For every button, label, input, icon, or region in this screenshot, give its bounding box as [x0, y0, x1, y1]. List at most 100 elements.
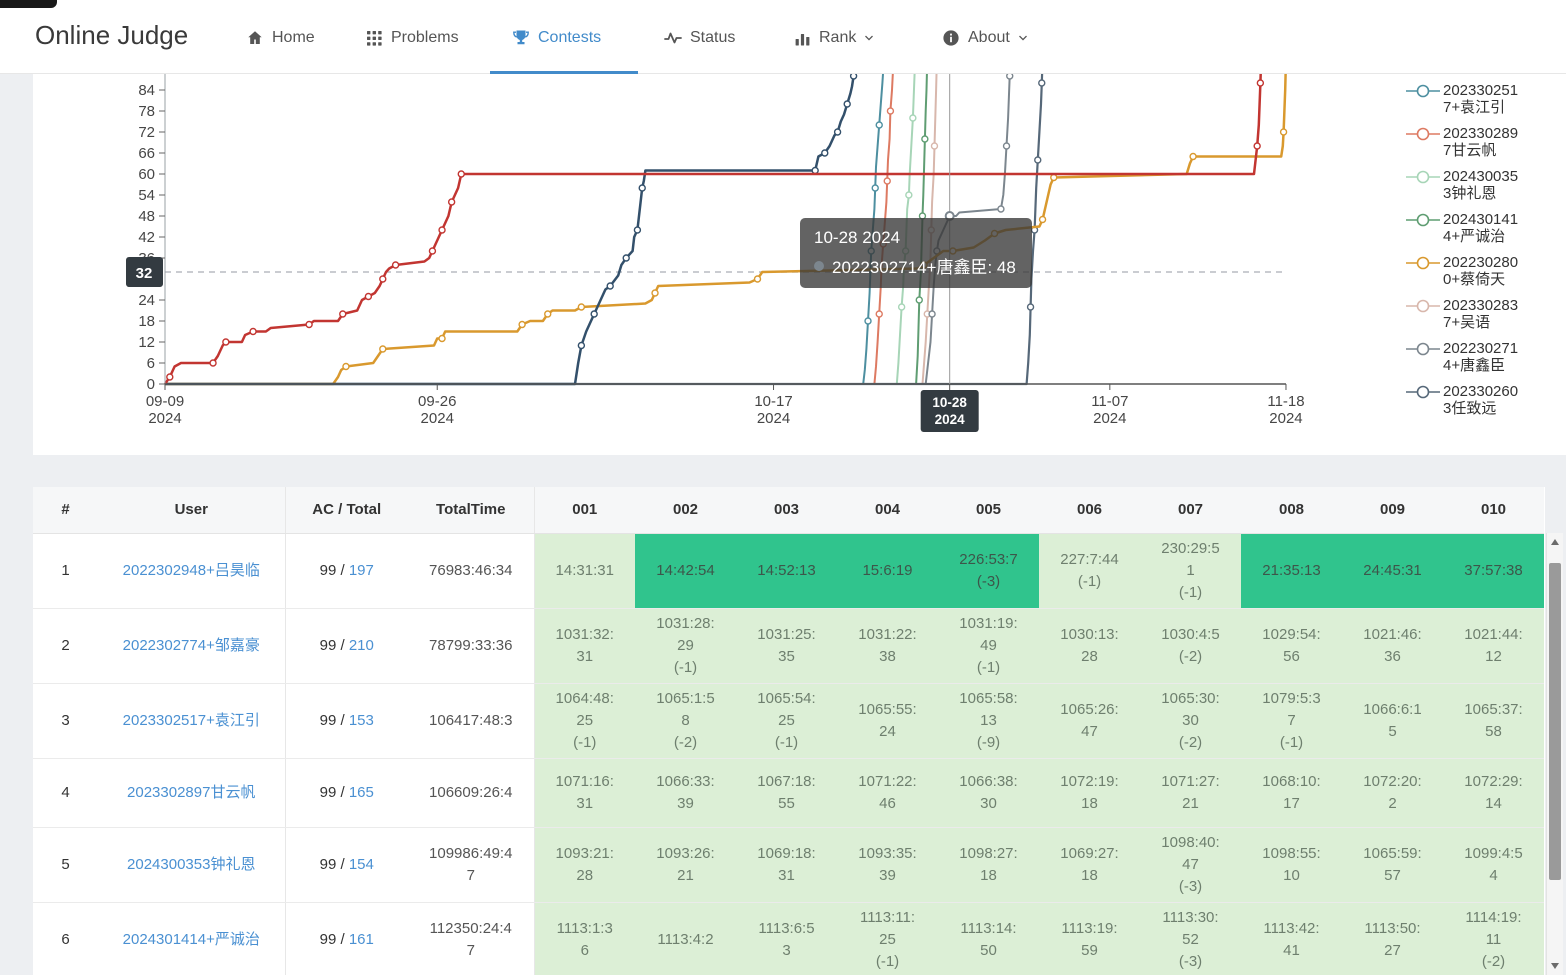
data-point-marker: [343, 364, 349, 370]
data-point-marker: [931, 143, 937, 149]
legend-item[interactable]: 2023302897甘云帆: [1406, 125, 1564, 159]
data-point-marker: [591, 311, 597, 317]
problem-time-cell: 14:31:31: [534, 533, 635, 608]
legend-marker-icon: [1406, 83, 1440, 99]
column-header-001: 001: [534, 487, 635, 533]
problem-time-cell: 227:7:44(-1): [1039, 533, 1140, 608]
chevron-down-icon: [862, 31, 876, 45]
scroll-down-arrow-icon[interactable]: [1547, 957, 1563, 975]
table-row: 52024300353钟礼恩99 / 154109986:49:471093:2…: [33, 827, 1544, 902]
user-link[interactable]: 2023302517+袁江引: [123, 712, 260, 729]
data-point-marker: [1004, 143, 1010, 149]
svg-text:2024: 2024: [148, 410, 181, 427]
problem-time-cell: 1071:22:46: [837, 758, 938, 827]
problem-time-cell: 1071:27:21: [1140, 758, 1241, 827]
data-point-marker: [919, 213, 925, 219]
series-line-2023302837+吴语: [165, 74, 937, 384]
problem-time-cell: 1072:29:14: [1443, 758, 1544, 827]
data-point-marker: [922, 136, 928, 142]
user-link[interactable]: 2024300353钟礼恩: [127, 856, 255, 873]
column-header-003: 003: [736, 487, 837, 533]
problem-time-cell: 1029:54:56: [1241, 608, 1342, 683]
grid-icon: [366, 30, 383, 47]
scrollbar-thumb[interactable]: [1549, 563, 1561, 880]
data-point-marker: [929, 311, 935, 317]
data-point-marker: [1190, 154, 1196, 160]
nav-item-problems[interactable]: Problems: [366, 25, 459, 51]
problem-time-cell: 15:6:19: [837, 533, 938, 608]
total-submissions-link[interactable]: 197: [349, 562, 374, 579]
column-header-totaltime: TotalTime: [408, 487, 534, 533]
problem-time-cell: 1113:4:2: [635, 902, 736, 975]
problem-time-cell: 1113:30:52(-3): [1140, 902, 1241, 975]
problem-time-cell: 1079:5:37(-1): [1241, 683, 1342, 758]
ac-total-cell: 99 / 153: [285, 683, 408, 758]
data-point-marker: [812, 168, 818, 174]
total-submissions-link[interactable]: 165: [349, 784, 374, 801]
problem-time-cell: 1065:26:47: [1039, 683, 1140, 758]
y-tick-label: 42: [138, 229, 155, 246]
y-tick-label: 0: [147, 376, 155, 393]
problem-time-cell: 1093:35:39: [837, 827, 938, 902]
data-point-marker: [880, 241, 886, 247]
nav-item-about[interactable]: About: [942, 25, 1030, 51]
nav-item-home[interactable]: Home: [246, 25, 315, 51]
problem-time-cell: 1064:48:25(-1): [534, 683, 635, 758]
data-point-marker: [906, 192, 912, 198]
data-point-marker: [876, 122, 882, 128]
data-point-marker: [1007, 74, 1013, 79]
user-link[interactable]: 2023302897甘云帆: [127, 784, 255, 801]
user-link[interactable]: 2024301414+严诚治: [123, 931, 260, 948]
data-point-marker: [1051, 175, 1057, 181]
column-header-actotal: AC / Total: [285, 487, 408, 533]
data-point-marker: [519, 322, 525, 328]
series-line-2023302517+袁江引: [165, 74, 884, 384]
legend-item[interactable]: 2023302603任致远: [1406, 383, 1564, 417]
total-time-cell: 76983:46:34: [408, 533, 534, 608]
total-submissions-link[interactable]: 154: [349, 856, 374, 873]
brand-title[interactable]: Online Judge: [35, 20, 188, 51]
problem-time-cell: 1069:27:18: [1039, 827, 1140, 902]
series-line-orange-line: [165, 74, 1286, 384]
nav-item-status[interactable]: Status: [664, 25, 735, 51]
total-submissions-link[interactable]: 210: [349, 637, 374, 654]
data-point-marker: [578, 304, 584, 310]
legend-item[interactable]: 2023302517+袁江引: [1406, 82, 1564, 116]
problem-time-cell: 1113:42:41: [1241, 902, 1342, 975]
problem-time-cell: 1065:30:30(-2): [1140, 683, 1241, 758]
legend-item[interactable]: 2024300353钟礼恩: [1406, 168, 1564, 202]
data-point-marker: [607, 283, 613, 289]
rank-cell: 5: [33, 827, 98, 902]
nav-item-contests[interactable]: Contests: [512, 25, 601, 51]
problem-time-cell: 1093:26:21: [635, 827, 736, 902]
data-point-marker: [884, 178, 890, 184]
home-icon: [246, 29, 264, 47]
user-link[interactable]: 2022302774+邹嘉豪: [123, 637, 260, 654]
chart-canvas[interactable]: 0612182436424854606672788409-09202409-26…: [33, 74, 1413, 455]
x-tick-label: 09-26: [418, 393, 456, 410]
table-row: 42023302897甘云帆99 / 165106609:26:41071:16…: [33, 758, 1544, 827]
data-point-marker: [1040, 217, 1046, 223]
total-submissions-link[interactable]: 153: [349, 712, 374, 729]
problem-time-cell: 1021:44:12: [1443, 608, 1544, 683]
total-submissions-link[interactable]: 161: [349, 931, 374, 948]
legend-item[interactable]: 2022302714+唐鑫臣: [1406, 340, 1564, 374]
data-point-marker: [393, 262, 399, 268]
vertical-scrollbar[interactable]: [1546, 533, 1563, 975]
online-judge-page: Online Judge Home Problems Contest: [0, 0, 1566, 975]
legend-item[interactable]: 2024301414+严诚治: [1406, 211, 1564, 245]
nav-label: Contests: [538, 29, 601, 47]
user-link[interactable]: 2022302948+吕昊临: [123, 562, 260, 579]
data-point-marker: [899, 304, 905, 310]
problem-time-cell: 1067:18:55: [736, 758, 837, 827]
scroll-up-arrow-icon[interactable]: [1547, 533, 1563, 551]
legend-item[interactable]: 2023302837+吴语: [1406, 297, 1564, 331]
legend-item[interactable]: 2022302800+蔡倚天: [1406, 254, 1564, 288]
series-line-2023302897甘云帆: [165, 74, 894, 384]
nav-item-rank[interactable]: Rank: [794, 25, 876, 51]
data-point-marker: [872, 185, 878, 191]
problem-time-cell: 230:29:51(-1): [1140, 533, 1241, 608]
contest-progress-chart[interactable]: 0612182436424854606672788409-09202409-26…: [33, 74, 1566, 455]
data-point-marker: [998, 206, 1004, 212]
user-cell: 2022302774+邹嘉豪: [98, 608, 285, 683]
